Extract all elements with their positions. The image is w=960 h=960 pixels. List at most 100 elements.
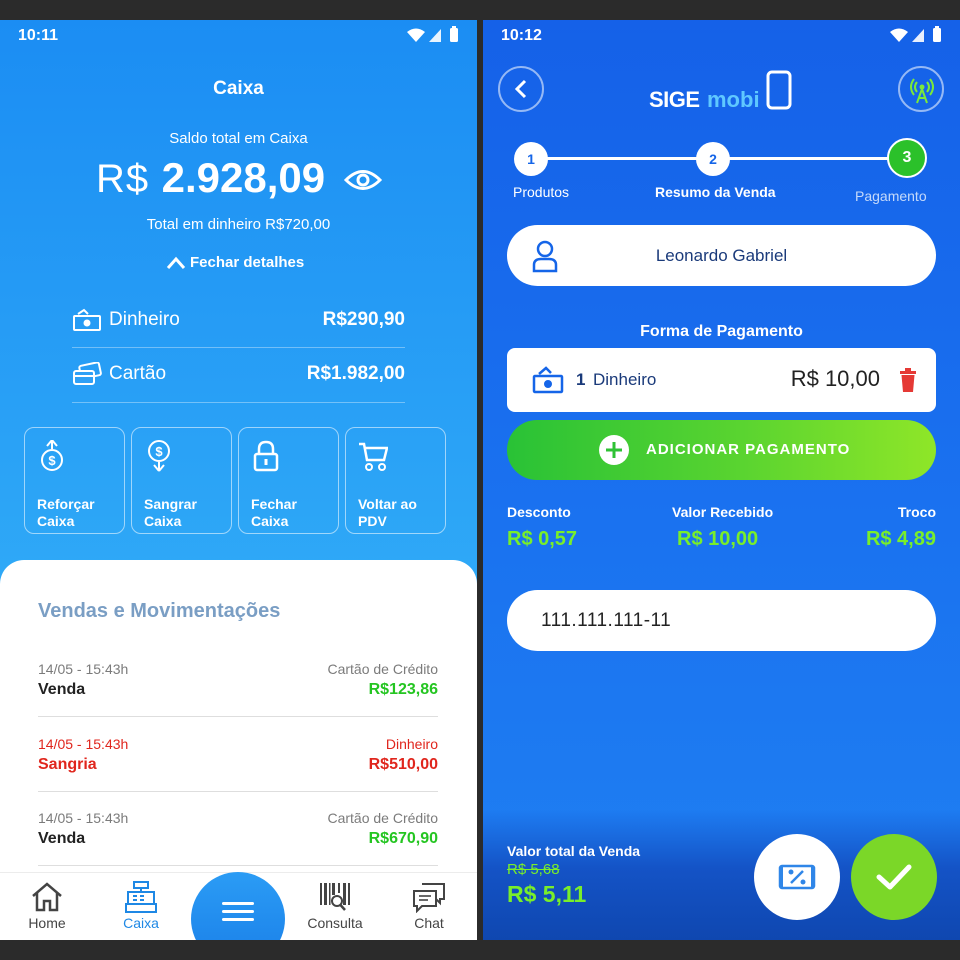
- toggle-details-button[interactable]: Fechar detalhes: [166, 254, 316, 274]
- divider: [38, 865, 438, 866]
- confirm-button[interactable]: [851, 834, 937, 920]
- step-label: Resumo da Venda: [655, 184, 776, 200]
- check-icon: [876, 864, 912, 890]
- tx-type: Venda: [38, 681, 86, 698]
- back-button[interactable]: [498, 66, 544, 112]
- nav-label: Caixa: [123, 915, 159, 931]
- card-icon: [73, 362, 102, 385]
- page-title: Caixa: [213, 78, 264, 99]
- status-bar: 10:11: [0, 20, 477, 50]
- tx-type: Sangria: [38, 756, 97, 773]
- breakdown-label: Cartão: [109, 363, 167, 384]
- payment-form-title: Forma de Pagamento: [640, 323, 803, 340]
- received-value: R$ 10,00: [677, 528, 759, 550]
- plus-circle-icon: [599, 435, 629, 465]
- divider: [38, 791, 438, 792]
- nav-caixa[interactable]: Caixa: [101, 881, 181, 937]
- tx-method: Cartão de Crédito: [327, 661, 438, 677]
- dollar-up-icon: $: [41, 440, 63, 471]
- nav-label: Home: [28, 915, 66, 931]
- discount-button[interactable]: [754, 834, 840, 920]
- tx-method: Dinheiro: [385, 736, 438, 752]
- barcode-search-icon: [320, 883, 350, 911]
- discount-bill-icon: [778, 864, 816, 890]
- phone-logo-icon: [766, 70, 792, 110]
- cash-icon: [73, 308, 101, 331]
- home-icon: [32, 882, 62, 912]
- divider: [72, 347, 405, 348]
- saldo-label: Saldo total em Caixa: [169, 130, 308, 147]
- currency-symbol: R$: [96, 157, 150, 201]
- payment-item: 1 Dinheiro R$ 10,00: [507, 348, 936, 412]
- lock-icon: [253, 440, 279, 472]
- hamburger-icon: [222, 902, 254, 921]
- change-label: Troco: [897, 504, 936, 520]
- tx-date: 14/05 - 15:43h: [38, 661, 129, 677]
- cpf-input[interactable]: 111.111.111-11: [507, 590, 936, 651]
- status-time: 10:12: [501, 27, 542, 44]
- table-row[interactable]: 14/05 - 15:43h Venda Cartão de Crédito R…: [38, 661, 438, 735]
- sigemobi-logo: SIGE mobi: [649, 70, 799, 112]
- cart-icon: [359, 442, 388, 471]
- cpf-value: 111.111.111-11: [541, 610, 672, 631]
- chat-icon: [413, 883, 445, 913]
- cash-total: Total em dinheiro R$720,00: [146, 216, 331, 233]
- step-3[interactable]: 3: [887, 138, 927, 178]
- action-label: Sangrar Caixa: [144, 496, 197, 529]
- tx-date: 14/05 - 15:43h: [38, 736, 129, 752]
- tx-value: R$670,90: [368, 830, 438, 847]
- logo-mobi: mobi: [707, 87, 760, 112]
- sangrar-caixa-button[interactable]: $ Sangrar Caixa: [131, 427, 232, 534]
- toggle-details-label: Fechar detalhes: [190, 254, 305, 271]
- total-new: R$ 5,11: [507, 881, 587, 907]
- logo-sige: SIGE: [649, 87, 700, 112]
- pagamento-screen: 10:12 SIGE mobi 1 2 3 Produtos Resumo da…: [483, 20, 960, 940]
- trash-icon[interactable]: [899, 368, 917, 392]
- step-label: Pagamento: [855, 188, 927, 204]
- divider: [38, 716, 438, 717]
- nav-home[interactable]: Home: [7, 881, 87, 937]
- breakdown-value: R$290,90: [322, 309, 405, 330]
- breakdown-row-cartao: Cartão R$1.982,00: [72, 360, 405, 390]
- cash-icon: [532, 366, 564, 394]
- breakdown-value: R$1.982,00: [306, 363, 405, 384]
- step-label: Produtos: [513, 184, 570, 200]
- signal-button[interactable]: [898, 66, 944, 112]
- action-label: Reforçar Caixa: [37, 496, 95, 529]
- status-icons: [407, 26, 458, 42]
- nav-label: Chat: [414, 915, 444, 931]
- nav-consulta[interactable]: Consulta: [295, 881, 375, 937]
- customer-field[interactable]: Leonardo Gabriel: [507, 225, 936, 286]
- received-label: Valor Recebido: [672, 504, 774, 520]
- discount-value: R$ 0,57: [507, 528, 578, 550]
- divider: [72, 402, 405, 403]
- movements-title: Vendas e Movimentações: [38, 600, 281, 622]
- table-row[interactable]: 14/05 - 15:43h Sangria Dinheiro R$510,00: [38, 736, 438, 810]
- action-label: Fechar Caixa: [251, 496, 297, 529]
- breakdown-label: Dinheiro: [109, 309, 180, 330]
- tx-date: 14/05 - 15:43h: [38, 810, 129, 826]
- reforcar-caixa-button[interactable]: $ Reforçar Caixa: [24, 427, 125, 534]
- payment-qty: 1: [576, 370, 586, 389]
- chevron-left-icon: [514, 79, 527, 99]
- add-payment-button[interactable]: ADICIONAR PAGAMENTO: [507, 420, 936, 480]
- eye-icon[interactable]: [344, 167, 382, 193]
- total-old: R$ 5,68: [507, 861, 560, 878]
- tx-value: R$123,86: [368, 681, 438, 698]
- saldo-value: 2.928,09: [161, 154, 326, 201]
- change-value: R$ 4,89: [865, 528, 936, 550]
- antenna-icon: [910, 78, 934, 104]
- add-payment-label: ADICIONAR PAGAMENTO: [646, 441, 851, 458]
- payment-method: Dinheiro: [593, 370, 657, 389]
- tx-value: R$510,00: [368, 756, 438, 773]
- dollar-down-icon: $: [148, 440, 170, 472]
- discount-label: Desconto: [507, 504, 571, 520]
- status-bar: 10:12: [483, 20, 960, 50]
- step-1[interactable]: 1: [514, 142, 548, 176]
- step-2[interactable]: 2: [696, 142, 730, 176]
- status-time: 10:11: [18, 27, 59, 44]
- nav-chat[interactable]: Chat: [389, 881, 469, 937]
- voltar-pdv-button[interactable]: Voltar ao PDV: [345, 427, 446, 534]
- customer-name: Leonardo Gabriel: [655, 246, 788, 265]
- fechar-caixa-button[interactable]: Fechar Caixa: [238, 427, 339, 534]
